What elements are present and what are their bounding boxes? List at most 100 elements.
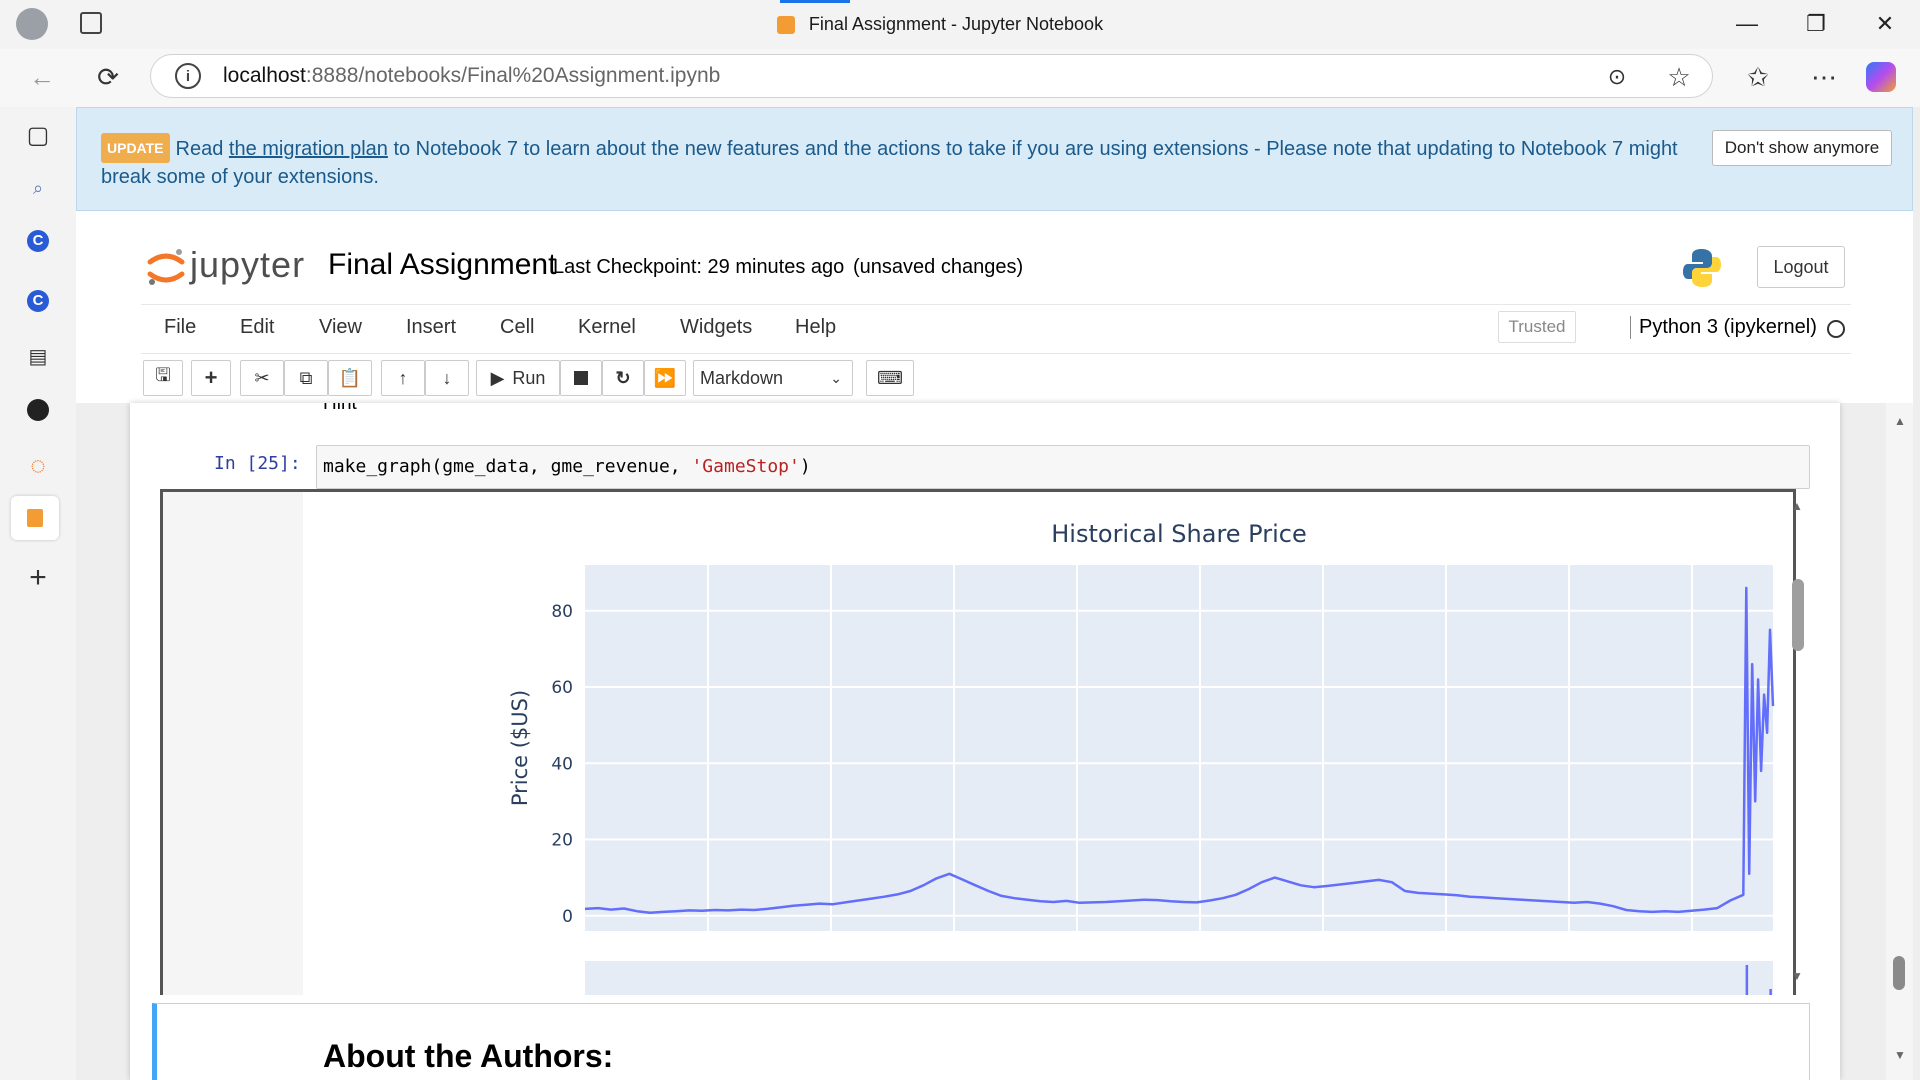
python-logo-icon — [1683, 249, 1721, 287]
tab-title: Final Assignment - Jupyter Notebook — [808, 14, 1104, 34]
menu-bar — [141, 304, 1851, 354]
hint-text: Hint — [323, 403, 357, 414]
chart-title: Historical Share Price — [1051, 520, 1306, 548]
kernel-status-icon — [1827, 320, 1845, 338]
page-scroll-down-icon[interactable]: ▼ — [1894, 1048, 1906, 1062]
output-scroll-up-icon[interactable]: ▲ — [1791, 499, 1803, 513]
last-checkpoint: Last Checkpoint: 29 minutes ago — [553, 256, 845, 278]
github-icon[interactable] — [16, 388, 60, 432]
output-scroll-down-icon[interactable]: ▼ — [1791, 969, 1803, 983]
back-icon[interactable]: ← — [20, 55, 64, 99]
run-button[interactable]: ▶ Run — [476, 360, 560, 396]
y-tick-label: 20 — [551, 831, 573, 851]
menu-widgets[interactable]: Widgets — [680, 316, 752, 339]
interrupt-button[interactable] — [560, 360, 602, 396]
y-tick-label: 80 — [551, 602, 573, 622]
code-text: make_graph(gme_data, gme_revenue, — [323, 456, 692, 477]
restore-icon[interactable]: ❐ — [1793, 8, 1839, 40]
refresh-icon[interactable]: ⟳ — [86, 55, 130, 99]
search-icon[interactable]: ⌕ — [16, 166, 60, 210]
save-button[interactable]: 🖫 — [143, 360, 183, 396]
menu-cell[interactable]: Cell — [500, 316, 534, 339]
output-scroll-thumb[interactable] — [1792, 579, 1804, 651]
range-slider — [585, 961, 1773, 995]
notebook-title[interactable]: Final Assignment — [328, 248, 556, 282]
calendar-icon[interactable]: ▤ — [16, 334, 60, 378]
y-axis-label: Price ($US) — [508, 690, 532, 806]
input-prompt: In [25]: — [214, 453, 301, 474]
cell-type-value: Markdown — [700, 367, 784, 388]
play-icon: ▶ — [490, 367, 505, 388]
tab-underline — [780, 0, 850, 3]
menu-edit[interactable]: Edit — [240, 316, 274, 339]
copy-icon: ⧉ — [299, 367, 313, 388]
update-banner: UPDATE Read the migration plan to Noteboo… — [76, 107, 1913, 211]
url-host: localhost — [223, 64, 306, 87]
restart-button[interactable]: ↻ — [602, 360, 644, 396]
plotly-chart[interactable]: 0 20 40 60 80 Historical Share Price Price ($U… — [303, 495, 1788, 995]
more-options-icon[interactable]: ⋯ — [1802, 55, 1846, 99]
arrow-up-icon: ↑ — [398, 367, 408, 388]
save-icon: 🖫 — [155, 365, 171, 385]
keyboard-icon: ⌨ — [877, 367, 903, 388]
add-icon[interactable]: + — [16, 556, 60, 600]
restart-run-all-button[interactable]: ⏩ — [644, 360, 686, 396]
menu-insert[interactable]: Insert — [406, 316, 456, 339]
close-icon[interactable]: ✕ — [1862, 8, 1908, 40]
command-palette-button[interactable]: ⌨ — [866, 360, 914, 396]
cell-type-select[interactable]: Markdown ⌄ — [693, 360, 853, 396]
url-path: :8888/notebooks/Final%20Assignment.ipynb — [305, 64, 721, 87]
paste-button[interactable]: 📋 — [328, 360, 372, 396]
minimize-icon[interactable]: — — [1724, 8, 1770, 40]
page-scroll-up-icon[interactable]: ▲ — [1894, 414, 1906, 428]
copilot-icon[interactable] — [1866, 62, 1896, 92]
unsaved-changes: (unsaved changes) — [853, 256, 1024, 278]
code-string: 'GameStop' — [691, 456, 800, 477]
coursera-icon-1[interactable]: C — [16, 219, 60, 263]
menu-help[interactable]: Help — [795, 316, 836, 339]
browser-tab[interactable]: Final Assignment - Jupyter Notebook — [740, 0, 1140, 49]
move-down-button[interactable]: ↓ — [425, 360, 469, 396]
scissors-icon: ✂ — [254, 367, 270, 388]
fast-forward-icon: ⏩ — [653, 367, 677, 388]
favorites-list-icon[interactable]: ✩ — [1736, 55, 1780, 99]
page-scroll-thumb[interactable] — [1893, 956, 1905, 990]
dont-show-button[interactable]: Don't show anymore — [1712, 130, 1892, 166]
jupyter-icon[interactable]: ◌ — [16, 443, 60, 487]
y-tick-label: 0 — [562, 907, 573, 927]
run-label: Run — [512, 367, 546, 388]
address-bar[interactable]: i localhost:8888/notebooks/Final%20Assig… — [150, 54, 1713, 98]
output-gutter — [163, 492, 303, 995]
trusted-indicator[interactable]: Trusted — [1498, 311, 1576, 343]
stop-icon — [574, 371, 588, 385]
active-notebook-icon[interactable] — [11, 496, 59, 540]
menu-file[interactable]: File — [164, 316, 196, 339]
jupyter-logo-text[interactable]: jupyter — [190, 244, 305, 286]
insert-cell-button[interactable]: + — [191, 360, 231, 396]
reader-icon[interactable]: ⊙ — [1595, 55, 1639, 99]
profile-avatar-icon[interactable] — [16, 8, 48, 40]
notebook-container: Hint In [25]: make_graph(gme_data, gme_r… — [130, 403, 1840, 1080]
cut-button[interactable]: ✂ — [240, 360, 284, 396]
migration-plan-link[interactable]: the migration plan — [229, 138, 388, 160]
plus-icon: + — [204, 365, 218, 390]
menu-view[interactable]: View — [319, 316, 362, 339]
arrow-down-icon: ↓ — [442, 367, 452, 388]
kernel-name[interactable]: Python 3 (ipykernel) — [1630, 316, 1817, 339]
favorite-star-icon[interactable]: ☆ — [1657, 55, 1701, 99]
notebook-tab-icon — [776, 15, 795, 34]
code-close: ) — [799, 456, 811, 477]
workspaces-icon[interactable] — [80, 12, 102, 34]
tab-actions-icon[interactable]: ▢ — [16, 113, 60, 157]
move-up-button[interactable]: ↑ — [381, 360, 425, 396]
menu-kernel[interactable]: Kernel — [578, 316, 636, 339]
logout-button[interactable]: Logout — [1757, 246, 1845, 288]
coursera-icon-2[interactable]: C — [16, 279, 60, 323]
y-tick-label: 40 — [551, 754, 573, 774]
site-info-icon[interactable]: i — [175, 63, 201, 89]
jupyter-logo-icon[interactable] — [146, 246, 186, 288]
copy-button[interactable]: ⧉ — [284, 360, 328, 396]
banner-text: UPDATE Read the migration plan to Noteboo… — [101, 133, 1721, 191]
plot-area — [585, 565, 1773, 931]
code-cell-input[interactable]: make_graph(gme_data, gme_revenue, 'GameS… — [316, 445, 1810, 489]
